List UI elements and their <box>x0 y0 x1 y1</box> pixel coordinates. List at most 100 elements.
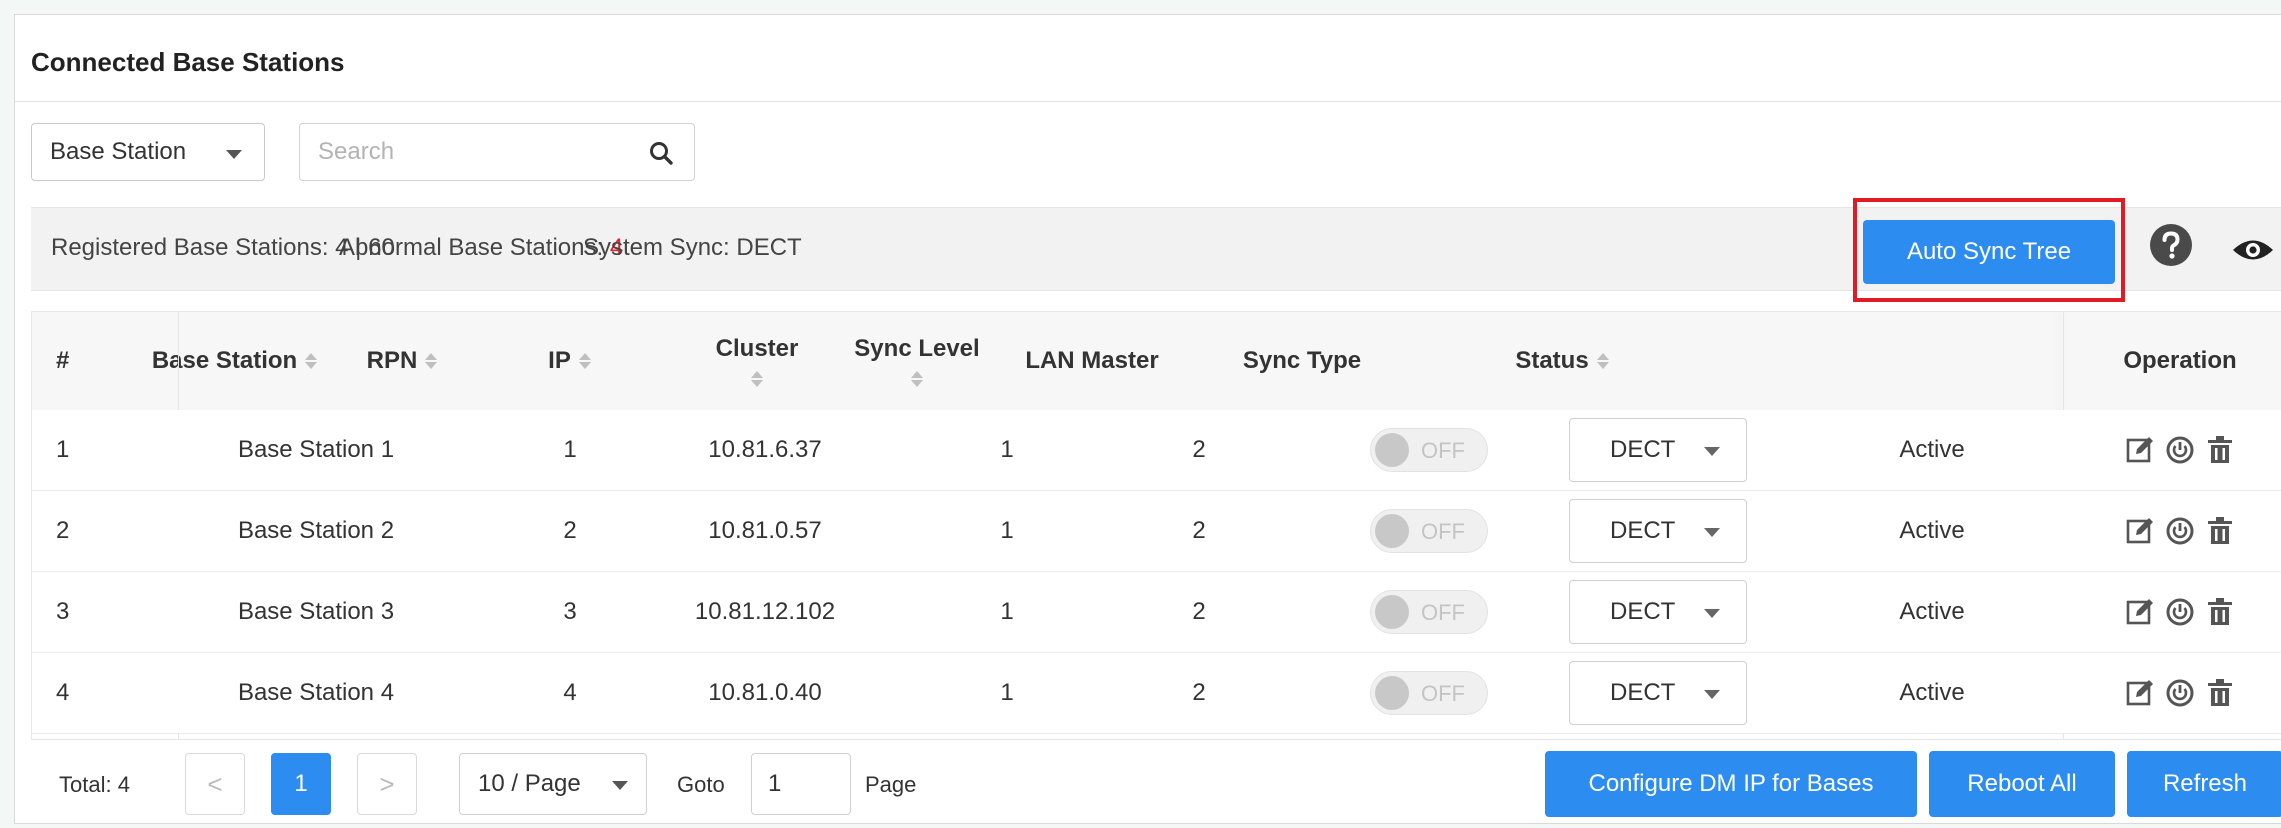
power-icon[interactable] <box>2165 435 2195 465</box>
column-header-base-station[interactable]: Base Station <box>122 312 347 410</box>
operation-cell <box>2063 653 2281 733</box>
reboot-all-button[interactable]: Reboot All <box>1929 751 2115 817</box>
abnormal-label: Abnormal Base Stations: <box>339 234 610 261</box>
edit-icon[interactable] <box>2125 516 2155 546</box>
column-header-lan-master: LAN Master <box>1025 347 1159 374</box>
lan-master-toggle[interactable]: OFF <box>1370 428 1488 472</box>
power-icon[interactable] <box>2165 516 2195 546</box>
ip-value: 10.81.0.57 <box>708 517 822 544</box>
page-size-select[interactable]: 10 / Page <box>459 753 647 815</box>
prev-page-button[interactable]: < <box>185 753 245 815</box>
ip-value: 10.81.12.102 <box>694 598 836 625</box>
rpn-value: 2 <box>563 517 577 544</box>
sort-icon[interactable] <box>1596 353 1609 369</box>
trash-icon[interactable] <box>2205 678 2235 708</box>
total-count: Total: 4 <box>59 772 130 797</box>
ip-value: 10.81.6.37 <box>708 436 822 463</box>
sort-icon[interactable] <box>305 353 318 369</box>
chevron-down-icon <box>226 150 242 159</box>
sort-icon[interactable] <box>911 371 923 387</box>
lan-master-toggle[interactable]: OFF <box>1370 671 1488 715</box>
lan-master-toggle[interactable]: OFF <box>1370 590 1488 634</box>
sync-type-select[interactable]: DECT <box>1569 499 1747 563</box>
cluster-value: 1 <box>1000 436 1014 463</box>
column-header-sync-type: Sync Type <box>1242 347 1362 374</box>
sort-icon[interactable] <box>578 353 591 369</box>
power-icon[interactable] <box>2165 678 2195 708</box>
panel-title: Connected Base Stations <box>31 47 345 77</box>
table-row: 3 Base Station 3 3 10.81.12.102 1 2 OFF … <box>32 572 2281 653</box>
chevron-down-icon <box>1704 528 1720 537</box>
abnormal-count: Abnormal Base Stations: 4 <box>339 234 623 262</box>
search-box <box>299 123 695 181</box>
chevron-down-icon <box>1704 447 1720 456</box>
sort-icon[interactable] <box>425 353 438 369</box>
page-1-button[interactable]: 1 <box>271 753 331 815</box>
column-header-rpn[interactable]: RPN <box>347 312 457 410</box>
sync-type-select[interactable]: DECT <box>1569 661 1747 725</box>
operation-cell <box>2063 491 2281 571</box>
lan-master-toggle-cell: OFF <box>1359 491 1499 571</box>
cluster-value: 1 <box>1000 598 1014 625</box>
search-icon[interactable] <box>648 140 674 166</box>
column-header-ip[interactable]: IP <box>457 312 682 410</box>
status-value: Active <box>1899 436 1965 463</box>
base-station-name: Base Station 1 <box>237 436 395 463</box>
table-footer: Total: 4 < 1 > 10 / Page Goto Page Confi… <box>31 739 2281 828</box>
base-station-name: Base Station 2 <box>237 517 395 544</box>
table-row: 2 Base Station 2 2 10.81.0.57 1 2 OFF DE… <box>32 491 2281 572</box>
goto-label: Goto <box>677 772 725 797</box>
goto-input[interactable] <box>751 753 851 815</box>
auto-sync-tree-button[interactable]: Auto Sync Tree <box>1863 220 2115 284</box>
eye-icon[interactable] <box>2231 235 2275 265</box>
sync-type-cell: DECT <box>1558 491 1758 571</box>
rpn-value: 1 <box>563 436 577 463</box>
sync-level-value: 2 <box>1192 517 1206 544</box>
sync-level-value: 2 <box>1192 598 1206 625</box>
column-header-cluster[interactable]: Cluster <box>682 312 832 410</box>
edit-icon[interactable] <box>2125 678 2155 708</box>
column-header-number: # <box>56 347 70 374</box>
edit-icon[interactable] <box>2125 597 2155 627</box>
sync-type-cell: DECT <box>1558 410 1758 490</box>
sort-icon[interactable] <box>751 371 763 387</box>
cluster-value: 1 <box>1000 679 1014 706</box>
rpn-value: 3 <box>563 598 577 625</box>
lan-master-toggle-cell: OFF <box>1359 653 1499 733</box>
next-page-button[interactable]: > <box>357 753 417 815</box>
lan-master-toggle-cell: OFF <box>1359 410 1499 490</box>
trash-icon[interactable] <box>2205 516 2235 546</box>
type-filter-select[interactable]: Base Station <box>31 123 265 181</box>
status-value: Active <box>1899 517 1965 544</box>
lan-master-toggle-cell: OFF <box>1359 572 1499 652</box>
chevron-down-icon <box>1704 690 1720 699</box>
page-label: Page <box>865 772 917 797</box>
operation-cell <box>2063 572 2281 652</box>
column-header-status[interactable]: Status <box>1422 312 1702 410</box>
sync-type-select[interactable]: DECT <box>1569 580 1747 644</box>
lan-master-toggle[interactable]: OFF <box>1370 509 1488 553</box>
chevron-down-icon <box>1704 609 1720 618</box>
configure-dm-ip-button[interactable]: Configure DM IP for Bases <box>1545 751 1917 817</box>
power-icon[interactable] <box>2165 597 2195 627</box>
sync-type-cell: DECT <box>1558 653 1758 733</box>
edit-icon[interactable] <box>2125 435 2155 465</box>
trash-icon[interactable] <box>2205 435 2235 465</box>
table-row: 1 Base Station 1 1 10.81.6.37 1 2 OFF DE… <box>32 410 2281 491</box>
base-station-name: Base Station 3 <box>237 598 395 625</box>
type-filter-value: Base Station <box>50 138 187 165</box>
sync-type-cell: DECT <box>1558 572 1758 652</box>
cluster-value: 1 <box>1000 517 1014 544</box>
system-sync: System Sync: DECT <box>583 234 802 261</box>
operation-cell <box>2063 410 2281 490</box>
help-icon[interactable] <box>2149 223 2193 267</box>
trash-icon[interactable] <box>2205 597 2235 627</box>
sync-type-select[interactable]: DECT <box>1569 418 1747 482</box>
sync-level-value: 2 <box>1192 436 1206 463</box>
status-value: Active <box>1899 679 1965 706</box>
chevron-down-icon <box>612 781 628 790</box>
column-header-sync-level[interactable]: Sync Level <box>832 312 1002 410</box>
refresh-button[interactable]: Refresh <box>2127 751 2281 817</box>
search-input[interactable] <box>316 137 620 167</box>
status-value: Active <box>1899 598 1965 625</box>
